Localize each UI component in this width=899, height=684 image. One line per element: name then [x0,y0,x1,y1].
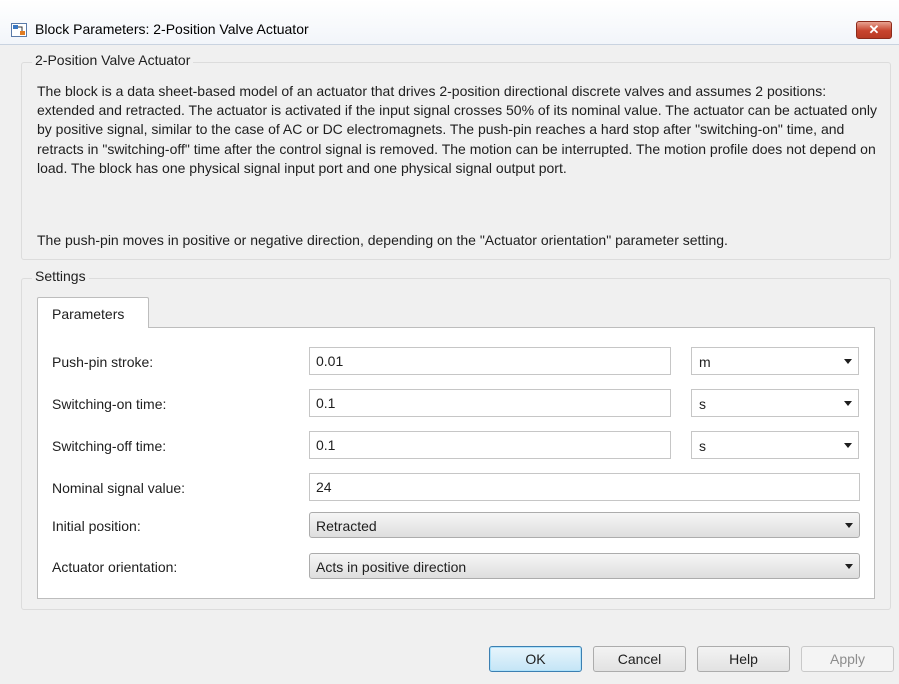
tab-parameters[interactable]: Parameters [37,297,149,328]
help-button[interactable]: Help [697,646,790,672]
chevron-down-icon [844,443,852,448]
chevron-down-icon [845,564,853,569]
simulink-block-icon [11,23,27,37]
ok-button[interactable]: OK [489,646,582,672]
actuator-orientation-label: Actuator orientation: [52,559,178,575]
close-icon: ✕ [868,22,880,37]
title-bar: Block Parameters: 2-Position Valve Actua… [0,0,899,45]
initial-position-label: Initial position: [52,518,141,534]
block-description: The block is a data sheet-based model of… [37,83,877,176]
push-pin-stroke-unit: m [699,354,711,370]
close-button[interactable]: ✕ [856,21,892,39]
chevron-down-icon [845,523,853,528]
switching-on-time-unit-dropdown[interactable]: s [691,389,859,417]
actuator-orientation-dropdown[interactable]: Acts in positive direction [309,553,860,579]
switching-off-time-unit-dropdown[interactable]: s [691,431,859,459]
chevron-down-icon [844,359,852,364]
push-pin-stroke-unit-dropdown[interactable]: m [691,347,859,375]
cancel-button[interactable]: Cancel [593,646,686,672]
tab-parameters-label: Parameters [52,306,125,322]
block-name-caption: 2-Position Valve Actuator [32,52,194,68]
actuator-orientation-value: Acts in positive direction [316,559,467,575]
block-description-orientation: The push-pin moves in positive or negati… [37,232,728,248]
nominal-signal-value-label: Nominal signal value: [52,480,186,496]
switching-off-time-label: Switching-off time: [52,438,167,454]
switching-off-time-field[interactable] [309,431,671,459]
push-pin-stroke-field[interactable] [309,347,671,375]
nominal-signal-value-field[interactable] [309,473,860,501]
initial-position-dropdown[interactable]: Retracted [309,512,860,538]
switching-off-time-unit: s [699,438,706,454]
window-title: Block Parameters: 2-Position Valve Actua… [35,21,309,37]
push-pin-stroke-label: Push-pin stroke: [52,354,154,370]
apply-button[interactable]: Apply [801,646,894,672]
switching-on-time-unit: s [699,396,706,412]
switching-on-time-field[interactable] [309,389,671,417]
initial-position-value: Retracted [316,518,377,534]
chevron-down-icon [844,401,852,406]
settings-caption: Settings [32,268,89,284]
switching-on-time-label: Switching-on time: [52,396,167,412]
